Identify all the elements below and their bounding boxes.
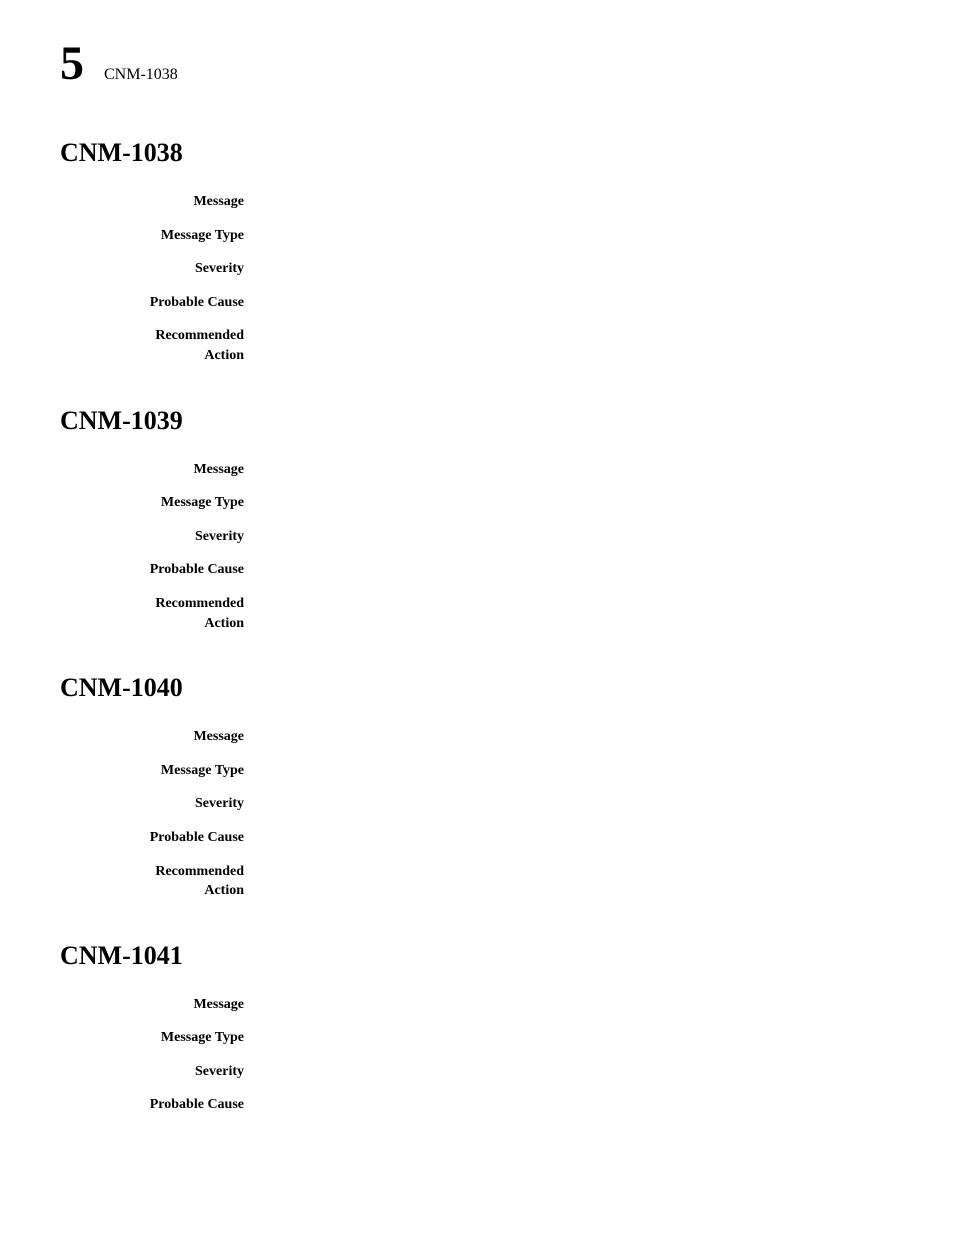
field-label-cnm-1040-0: Message (60, 727, 260, 747)
field-row-cnm-1038-1: Message Type (60, 226, 894, 246)
field-label-cnm-1040-3: Probable Cause (60, 828, 260, 848)
field-label-cnm-1041-3: Probable Cause (60, 1095, 260, 1115)
field-row-cnm-1041-3: Probable Cause (60, 1095, 894, 1115)
section-cnm-1039: CNM-1039 Message Message Type Severity Proba… (60, 406, 894, 634)
field-label-cnm-1038-0: Message (60, 192, 260, 212)
section-cnm-1041: CNM-1041 Message Message Type Severity Proba… (60, 941, 894, 1115)
field-row-cnm-1041-2: Severity (60, 1062, 894, 1082)
field-label-cnm-1038-2: Severity (60, 259, 260, 279)
field-label-cnm-1040-1: Message Type (60, 761, 260, 781)
field-row-cnm-1038-4: RecommendedAction (60, 326, 894, 365)
page-number: 5 (60, 40, 84, 88)
field-row-cnm-1039-4: RecommendedAction (60, 594, 894, 633)
section-title-cnm-1040: CNM-1040 (60, 673, 894, 703)
field-row-cnm-1040-2: Severity (60, 794, 894, 814)
field-row-cnm-1039-2: Severity (60, 527, 894, 547)
field-row-cnm-1041-0: Message (60, 995, 894, 1015)
field-row-cnm-1039-0: Message (60, 460, 894, 480)
field-label-cnm-1041-1: Message Type (60, 1028, 260, 1048)
section-title-cnm-1041: CNM-1041 (60, 941, 894, 971)
field-row-cnm-1041-1: Message Type (60, 1028, 894, 1048)
section-cnm-1040: CNM-1040 Message Message Type Severity Proba… (60, 673, 894, 901)
field-row-cnm-1038-3: Probable Cause (60, 293, 894, 313)
field-label-cnm-1040-2: Severity (60, 794, 260, 814)
field-row-cnm-1038-0: Message (60, 192, 894, 212)
field-label-cnm-1041-0: Message (60, 995, 260, 1015)
field-label-cnm-1039-1: Message Type (60, 493, 260, 513)
field-row-cnm-1040-0: Message (60, 727, 894, 747)
field-row-cnm-1040-3: Probable Cause (60, 828, 894, 848)
field-row-cnm-1040-4: RecommendedAction (60, 862, 894, 901)
field-row-cnm-1039-3: Probable Cause (60, 560, 894, 580)
field-row-cnm-1040-1: Message Type (60, 761, 894, 781)
page-header: 5 CNM-1038 (60, 40, 894, 88)
field-label-cnm-1038-3: Probable Cause (60, 293, 260, 313)
section-title-cnm-1038: CNM-1038 (60, 138, 894, 168)
field-label-cnm-1038-1: Message Type (60, 226, 260, 246)
section-title-cnm-1039: CNM-1039 (60, 406, 894, 436)
section-cnm-1038: CNM-1038 Message Message Type Severity Proba… (60, 138, 894, 366)
page-header-title: CNM-1038 (104, 66, 178, 84)
field-label-cnm-1041-2: Severity (60, 1062, 260, 1082)
sections-container: CNM-1038 Message Message Type Severity Proba… (60, 138, 894, 1115)
field-label-cnm-1039-0: Message (60, 460, 260, 480)
field-label-cnm-1039-4: RecommendedAction (60, 594, 260, 633)
field-row-cnm-1039-1: Message Type (60, 493, 894, 513)
field-label-cnm-1039-2: Severity (60, 527, 260, 547)
field-label-cnm-1039-3: Probable Cause (60, 560, 260, 580)
field-label-cnm-1038-4: RecommendedAction (60, 326, 260, 365)
field-row-cnm-1038-2: Severity (60, 259, 894, 279)
field-label-cnm-1040-4: RecommendedAction (60, 862, 260, 901)
